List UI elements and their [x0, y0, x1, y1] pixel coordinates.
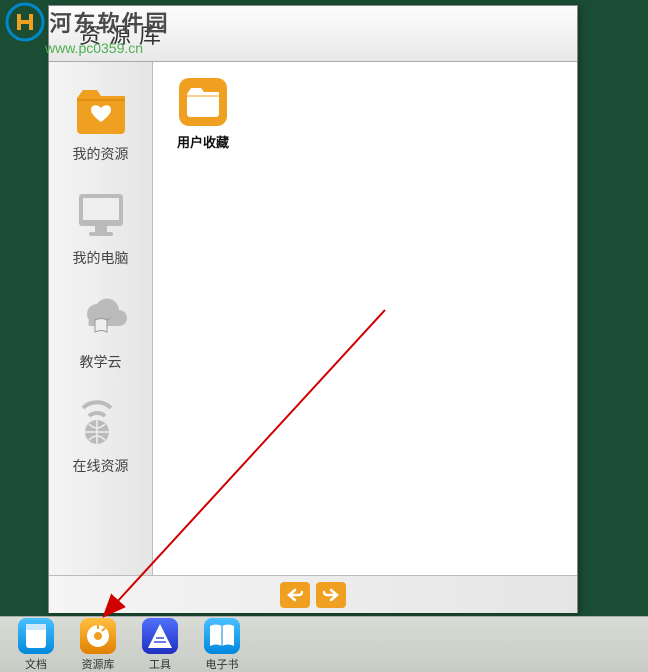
panel-body: 我的资源 我的电脑 — [49, 62, 577, 575]
sidebar-item-label: 我的资源 — [73, 144, 129, 164]
toolbar-item-label: 工具 — [149, 656, 171, 672]
content-area: 用户收藏 — [153, 62, 577, 575]
toolbar-item-ebook[interactable]: 电子书 — [200, 618, 244, 672]
toolbar-item-label: 资源库 — [82, 656, 115, 672]
sidebar-item-label: 教学云 — [80, 352, 122, 372]
cloud-book-icon — [73, 290, 129, 346]
sidebar: 我的资源 我的电脑 — [49, 62, 153, 575]
toolbar-item-label: 电子书 — [206, 656, 239, 672]
folder-icon — [177, 76, 229, 128]
nav-back-button[interactable] — [280, 582, 310, 608]
arrow-back-icon — [287, 588, 303, 602]
resource-panel: 资源库 我的资源 — [48, 5, 578, 613]
sidebar-item-label: 在线资源 — [73, 456, 129, 476]
document-icon — [18, 618, 54, 654]
monitor-icon — [73, 186, 129, 242]
sidebar-item-label: 我的电脑 — [73, 248, 129, 268]
sidebar-item-my-resources[interactable]: 我的资源 — [49, 74, 152, 178]
folder-user-favorites[interactable]: 用户收藏 — [167, 76, 239, 151]
tools-icon — [142, 618, 178, 654]
panel-header: 资源库 — [49, 6, 577, 62]
panel-footer — [49, 575, 577, 613]
panel-title: 资源库 — [79, 18, 169, 50]
book-icon — [204, 618, 240, 654]
sidebar-item-online-resources[interactable]: 在线资源 — [49, 386, 152, 490]
folder-heart-icon — [73, 82, 129, 138]
globe-signal-icon — [73, 394, 129, 450]
nav-forward-button[interactable] — [316, 582, 346, 608]
bottom-toolbar: 文档 资源库 工具 电子书 — [0, 616, 648, 672]
arrow-forward-icon — [323, 588, 339, 602]
folder-label: 用户收藏 — [177, 132, 229, 151]
toolbar-item-tools[interactable]: 工具 — [138, 618, 182, 672]
toolbar-item-document[interactable]: 文档 — [14, 618, 58, 672]
sidebar-item-my-computer[interactable]: 我的电脑 — [49, 178, 152, 282]
toolbar-item-label: 文档 — [25, 656, 47, 672]
sidebar-item-teaching-cloud[interactable]: 教学云 — [49, 282, 152, 386]
watermark-logo-icon — [5, 2, 45, 42]
library-icon — [80, 618, 116, 654]
toolbar-item-library[interactable]: 资源库 — [76, 618, 120, 672]
